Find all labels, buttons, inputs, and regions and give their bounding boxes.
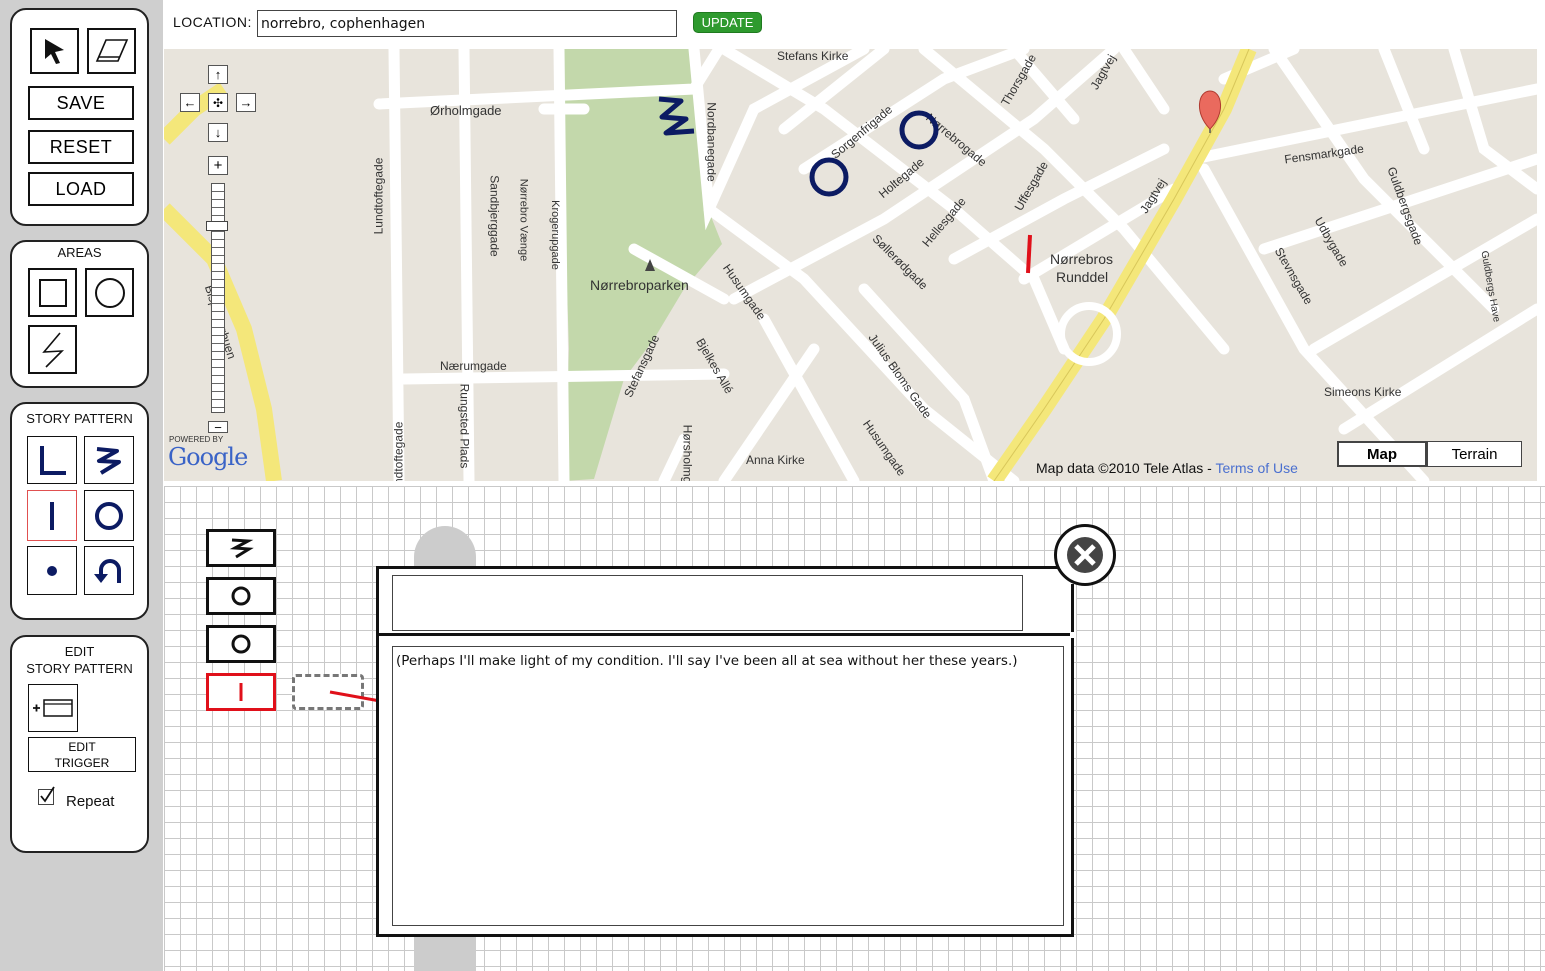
line-marker xyxy=(1026,234,1032,274)
edit-panel-title-line2: STORY PATTERN xyxy=(26,661,133,676)
terms-of-use-link[interactable]: Terms of Use xyxy=(1215,460,1297,476)
story-pattern-title: STORY PATTERN xyxy=(26,411,133,426)
location-input[interactable] xyxy=(257,10,677,37)
dialog-body-textarea[interactable]: (Perhaps I'll make light of my condition… xyxy=(392,646,1064,926)
map-annotations xyxy=(658,90,1221,274)
dialog-divider xyxy=(379,633,1071,636)
pattern-return-button[interactable] xyxy=(84,546,134,595)
add-frame-icon xyxy=(33,699,73,717)
story-pattern-panel: STORY PATTERN xyxy=(10,402,149,620)
pattern-line-button[interactable] xyxy=(27,490,77,541)
left-sidebar: SAVE RESET LOAD AREAS STORY PATTERN EDIT… xyxy=(0,0,163,971)
zigzag-pattern-icon xyxy=(96,447,121,475)
close-button[interactable] xyxy=(1054,524,1116,586)
rectangle-area-button[interactable] xyxy=(28,268,77,317)
edit-trigger-line1: EDIT xyxy=(68,739,96,754)
dialog-body-text: (Perhaps I'll make light of my condition… xyxy=(396,653,1018,669)
repeat-checkbox[interactable] xyxy=(38,786,55,805)
freehand-area-button[interactable] xyxy=(28,325,77,374)
sequence-step-circle[interactable] xyxy=(206,625,276,663)
edit-trigger-line2: TRIGGER xyxy=(54,755,110,770)
update-button[interactable]: UPDATE xyxy=(693,12,762,33)
dot-icon xyxy=(47,565,57,576)
square-icon xyxy=(38,278,67,307)
story-text-dialog: (Perhaps I'll make light of my condition… xyxy=(376,566,1074,937)
zigzag-marker xyxy=(658,96,695,136)
circle-pattern-icon xyxy=(95,501,123,530)
map-type-terrain-button[interactable]: Terrain xyxy=(1427,441,1522,467)
tools-panel: SAVE RESET LOAD xyxy=(10,8,149,226)
circle-marker xyxy=(899,110,939,150)
edit-story-pattern-panel: EDIT STORY PATTERN EDIT TRIGGER Repeat xyxy=(10,635,149,853)
map-pin-icon xyxy=(1199,90,1221,133)
eraser-icon xyxy=(95,39,128,62)
save-button[interactable]: SAVE xyxy=(28,86,134,120)
attribution-text: Map data ©2010 Tele Atlas - xyxy=(1036,460,1216,476)
sequence-step-zigzag[interactable] xyxy=(206,529,276,567)
map-view[interactable]: Stefans Kirke Ørholmgade Nordbanegade So… xyxy=(164,49,1537,481)
eraser-tool-button[interactable] xyxy=(87,28,136,74)
l-shape-icon xyxy=(40,446,66,475)
cursor-arrow-icon xyxy=(44,39,64,64)
repeat-label: Repeat xyxy=(66,793,115,810)
pattern-l-button[interactable] xyxy=(27,436,77,484)
areas-panel: AREAS xyxy=(10,240,149,388)
reset-button[interactable]: RESET xyxy=(28,130,134,164)
pattern-circle-button[interactable] xyxy=(84,490,134,541)
sequence-step-circle[interactable] xyxy=(206,577,276,615)
map-attribution: Map data ©2010 Tele Atlas - Terms of Use xyxy=(1036,460,1298,476)
edit-trigger-button[interactable]: EDIT TRIGGER xyxy=(28,737,136,772)
zigzag-line-icon xyxy=(41,331,64,368)
vertical-line-icon xyxy=(50,501,54,530)
pattern-zigzag-button[interactable] xyxy=(84,436,134,484)
dialog-close-tab-border xyxy=(1071,584,1074,632)
checkmark-icon xyxy=(40,786,55,803)
close-icon xyxy=(1067,537,1103,573)
google-logo: Google xyxy=(168,443,248,471)
vertical-line-icon xyxy=(239,683,243,701)
load-button[interactable]: LOAD xyxy=(28,172,134,206)
circle-icon xyxy=(231,634,251,654)
map-type-map-button[interactable]: Map xyxy=(1337,441,1427,467)
u-turn-arrow-icon xyxy=(94,558,121,583)
dialog-title-input[interactable] xyxy=(392,575,1023,631)
circle-icon xyxy=(231,586,251,606)
circle-area-button[interactable] xyxy=(85,268,134,317)
zigzag-icon xyxy=(229,538,254,559)
areas-title: AREAS xyxy=(57,245,102,260)
edit-panel-title-line1: EDIT xyxy=(64,644,95,659)
select-tool-button[interactable] xyxy=(30,28,79,74)
add-frame-button[interactable] xyxy=(28,684,78,732)
circle-marker xyxy=(809,157,849,197)
pattern-dot-button[interactable] xyxy=(27,546,77,595)
sequence-step-line-selected[interactable] xyxy=(206,673,276,711)
location-label: LOCATION: xyxy=(173,14,252,30)
circle-icon xyxy=(94,277,125,308)
